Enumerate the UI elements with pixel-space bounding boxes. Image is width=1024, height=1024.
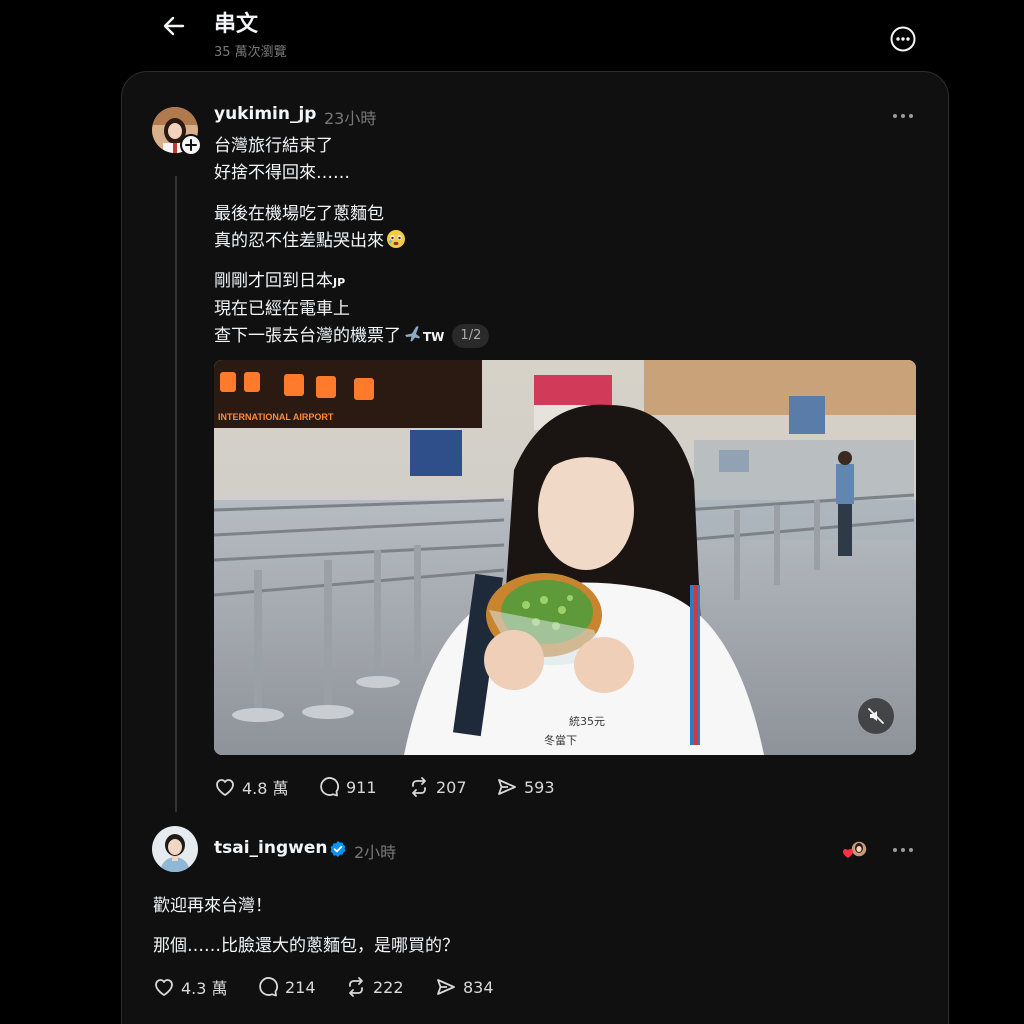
reply-comment-count: 214 xyxy=(285,977,316,997)
post-time: 23小時 xyxy=(324,109,377,128)
repost-count: 207 xyxy=(436,777,467,797)
post-paragraph-1: 台灣旅行結束了 好捨不得回來…… xyxy=(214,136,350,183)
airport-photo-illustration: INTERNATIONAL AIRPORT 統35元 冬當下 xyxy=(214,360,916,755)
verified-badge-icon xyxy=(330,841,346,857)
reply-like-button[interactable]: 4.3 萬 xyxy=(153,975,257,999)
back-button[interactable] xyxy=(158,10,190,42)
post-photo[interactable]: INTERNATIONAL AIRPORT 統35元 冬當下 xyxy=(214,360,916,755)
share-icon xyxy=(437,979,455,995)
reply-time: 2小時 xyxy=(354,843,397,862)
repost-button[interactable]: 207 xyxy=(408,776,496,798)
liked-by-author-icon[interactable] xyxy=(840,839,870,861)
reply-share-button[interactable]: 834 xyxy=(435,976,515,998)
reply-repost-count: 222 xyxy=(373,977,404,997)
plus-icon[interactable] xyxy=(180,134,202,156)
reply-comment-button[interactable]: 214 xyxy=(257,976,345,998)
view-count: 35 萬次瀏覽 xyxy=(214,45,287,60)
reply-more-options-icon[interactable] xyxy=(889,840,917,860)
heart-icon xyxy=(843,849,853,858)
comment-icon xyxy=(320,777,339,797)
reply-author[interactable]: tsai_ingwen xyxy=(214,838,327,858)
comment-count: 911 xyxy=(346,777,377,797)
more-circle-icon[interactable] xyxy=(888,24,918,54)
reply-repost-button[interactable]: 222 xyxy=(345,976,435,998)
reply-share-count: 834 xyxy=(463,977,494,997)
reply-like-count: 4.3 萬 xyxy=(181,979,228,998)
comment-icon xyxy=(259,977,278,997)
crying-face-emoji xyxy=(387,230,405,248)
mute-button[interactable] xyxy=(858,698,894,734)
shirt-text: 冬當下 xyxy=(544,733,577,747)
more-options-icon[interactable] xyxy=(889,106,917,126)
reply-line-1: 歡迎再來台灣！ xyxy=(153,896,272,916)
share-icon xyxy=(498,779,516,795)
airport-sign-text: INTERNATIONAL AIRPORT xyxy=(218,412,334,422)
tw-flag-emoji: TW xyxy=(423,330,445,344)
reply-line-2: 那個……比臉還大的蔥麵包，是哪買的？ xyxy=(153,936,459,956)
repost-icon xyxy=(412,777,426,797)
reply-avatar[interactable] xyxy=(152,826,198,872)
post-paragraph-2: 最後在機場吃了蔥麵包 真的忍不住差點哭出來 xyxy=(214,201,406,255)
airplane-emoji xyxy=(405,326,420,342)
top-bar: 串文 35 萬次瀏覽 xyxy=(0,0,1024,70)
post-author[interactable]: yukimin_jp xyxy=(214,104,316,124)
share-button[interactable]: 593 xyxy=(496,776,576,798)
post-actions: 4.8 萬 911 207 593 xyxy=(214,775,576,799)
repost-icon xyxy=(349,977,363,997)
page-title: 串文 xyxy=(214,12,259,37)
shirt-price-text: 統35元 xyxy=(569,714,605,728)
mute-icon xyxy=(868,708,884,724)
heart-icon xyxy=(216,779,234,796)
comment-button[interactable]: 911 xyxy=(318,776,408,798)
reply-actions: 4.3 萬 214 222 834 xyxy=(153,975,515,999)
jp-flag-emoji: JP xyxy=(333,276,346,289)
thread-line xyxy=(175,176,177,812)
back-arrow-icon xyxy=(163,16,185,36)
like-count: 4.8 萬 xyxy=(242,779,289,798)
like-button[interactable]: 4.8 萬 xyxy=(214,775,318,799)
share-count: 593 xyxy=(524,777,555,797)
post-paragraph-3: 剛剛才回到日本JP 現在已經在電車上 查下一張去台灣的機票了 TW 1/2 xyxy=(214,268,490,351)
media-counter: 1/2 xyxy=(452,324,490,348)
heart-icon xyxy=(155,979,173,996)
